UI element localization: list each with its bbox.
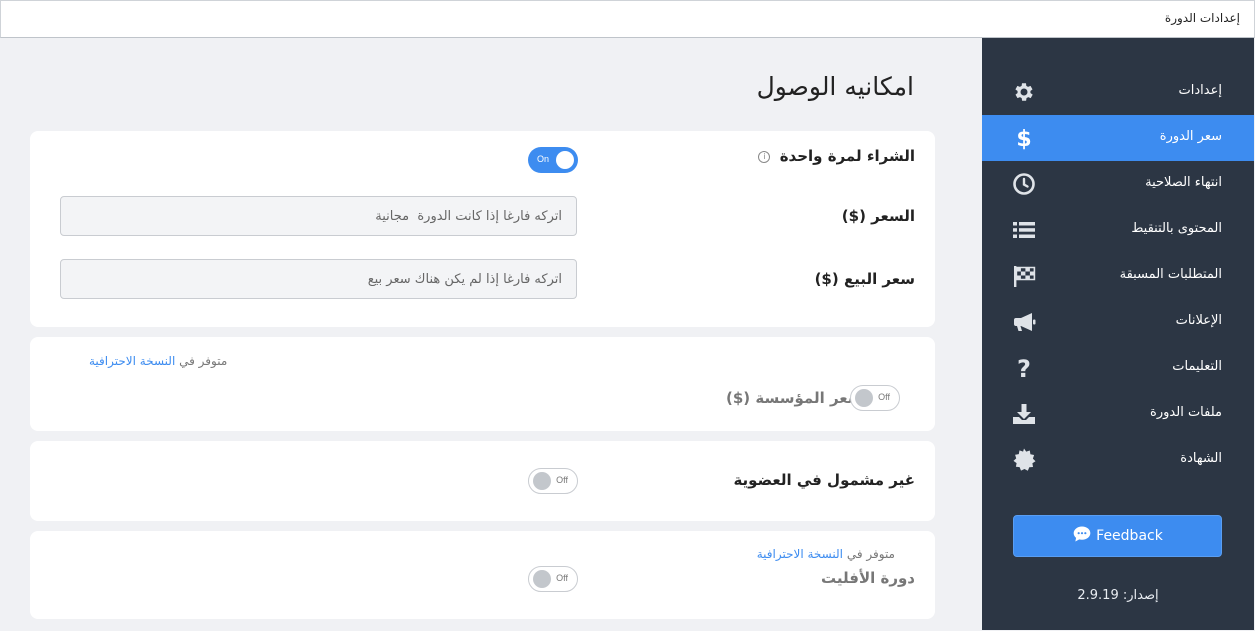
svg-text:?: ? [1017,356,1031,380]
sidebar-item-label: المحتوى بالتنقيط [1131,221,1222,236]
pro-version-note: متوفر في النسخة الاحترافية [89,354,228,368]
question-icon: ? [1012,356,1036,380]
pro-version-note: متوفر في النسخة الاحترافية [756,547,895,561]
pro-version-link[interactable]: النسخة الاحترافية [89,354,175,368]
toggle-knob [533,570,551,588]
toggle-state-label: Off [878,392,890,402]
toggle-state-label: On [537,154,550,164]
sidebar-item-settings[interactable]: إعدادات [982,69,1254,115]
not-in-membership-label: غير مشمول في العضوية [733,471,915,489]
sidebar-item-label: انتهاء الصلاحية [1145,175,1222,190]
sidebar-item-label: سعر الدورة [1159,129,1222,144]
affiliate-course-toggle[interactable]: Off [528,566,578,592]
chat-bubble-icon [1072,524,1092,548]
megaphone-icon [1012,310,1036,334]
toggle-knob [855,389,873,407]
one-time-purchase-toggle[interactable]: On [528,147,578,173]
enterprise-price-toggle[interactable]: Off [850,385,900,411]
sidebar-item-label: الشهادة [1180,451,1222,466]
one-time-purchase-label: الشراء لمرة واحدة i [758,147,915,165]
feedback-label: Feedback [1096,528,1163,544]
sidebar-item-course-files[interactable]: ملفات الدورة [982,391,1254,437]
info-icon[interactable]: i [758,150,771,163]
download-icon [1012,402,1036,426]
sale-price-input[interactable] [60,259,577,299]
sidebar-item-label: المتطلبات المسبقة [1119,267,1222,282]
sale-price-label: سعر البيع ($) [814,270,915,288]
sidebar-item-drip-content[interactable]: المحتوى بالتنقيط [982,207,1254,253]
sidebar-item-expiry[interactable]: انتهاء الصلاحية [982,161,1254,207]
dollar-icon: $ [1012,126,1036,150]
affiliate-course-label: دورة الأفليت [821,569,915,587]
window-title: إعدادات الدورة [1164,11,1240,25]
pricing-card: الشراء لمرة واحدة i On السعر ($) سعر الب… [30,131,935,327]
toggle-knob [556,151,574,169]
feedback-button[interactable]: Feedback [1013,515,1222,557]
enterprise-price-label: سعر المؤسسة ($) [726,389,863,407]
pro-version-link[interactable]: النسخة الاحترافية [757,547,843,561]
window-titlebar: إعدادات الدورة [0,0,1255,38]
sidebar: إعدادات سعر الدورة $ انتهاء الصلاحية الم… [982,38,1254,630]
svg-text:$: $ [1016,127,1031,150]
page-title: امكانيه الوصول [756,72,914,101]
sidebar-item-announcements[interactable]: الإعلانات [982,299,1254,345]
sidebar-item-label: ملفات الدورة [1150,405,1222,420]
enterprise-price-card: متوفر في النسخة الاحترافية سعر المؤسسة (… [30,337,935,431]
affiliate-card: متوفر في النسخة الاحترافية دورة الأفليت … [30,531,935,619]
clock-icon [1012,172,1036,196]
gear-icon [1012,80,1036,104]
toggle-state-label: Off [556,573,568,583]
main-content: امكانيه الوصول الشراء لمرة واحدة i On ال… [0,38,982,631]
sidebar-item-label: إعدادات [1178,83,1222,98]
toggle-state-label: Off [556,475,568,485]
certificate-icon [1012,448,1036,472]
toggle-knob [533,472,551,490]
price-label: السعر ($) [841,207,915,225]
price-input[interactable] [60,196,577,236]
not-in-membership-toggle[interactable]: Off [528,468,578,494]
sidebar-item-faq[interactable]: التعليمات ? [982,345,1254,391]
version-label: إصدار: 2.9.19 [1077,588,1159,603]
sidebar-item-label: التعليمات [1172,359,1222,374]
membership-card: غير مشمول في العضوية Off [30,441,935,521]
sidebar-item-certificate[interactable]: الشهادة [982,437,1254,483]
sidebar-item-course-price[interactable]: سعر الدورة $ [982,115,1254,161]
list-icon [1012,218,1036,242]
sidebar-item-prerequisites[interactable]: المتطلبات المسبقة [982,253,1254,299]
checkered-flag-icon [1012,264,1036,288]
sidebar-item-label: الإعلانات [1175,313,1222,328]
